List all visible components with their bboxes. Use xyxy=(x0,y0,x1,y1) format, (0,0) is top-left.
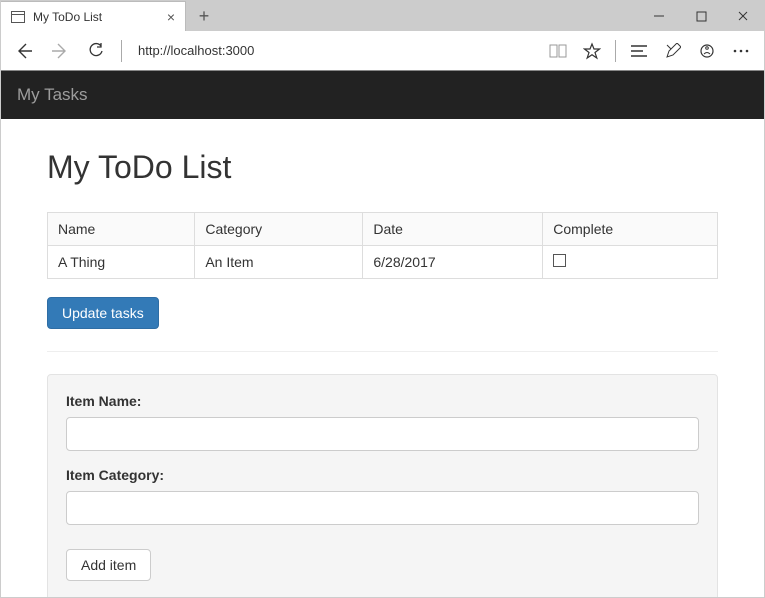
toolbar-separator xyxy=(121,40,122,62)
page-title: My ToDo List xyxy=(47,149,718,186)
notes-icon[interactable] xyxy=(658,36,688,66)
complete-checkbox[interactable] xyxy=(553,254,566,267)
item-category-label: Item Category: xyxy=(66,467,699,483)
item-name-label: Item Name: xyxy=(66,393,699,409)
reading-view-icon[interactable] xyxy=(543,36,573,66)
app-navbar: My Tasks xyxy=(1,71,764,119)
cell-category: An Item xyxy=(195,246,363,279)
browser-toolbar xyxy=(1,31,764,71)
toolbar-separator xyxy=(615,40,616,62)
col-date: Date xyxy=(363,213,543,246)
window-close-button[interactable] xyxy=(722,1,764,31)
table-row: A Thing An Item 6/28/2017 xyxy=(48,246,718,279)
tasks-table: Name Category Date Complete A Thing An I… xyxy=(47,212,718,279)
address-bar[interactable] xyxy=(132,39,502,62)
cell-date: 6/28/2017 xyxy=(363,246,543,279)
table-header-row: Name Category Date Complete xyxy=(48,213,718,246)
app-brand[interactable]: My Tasks xyxy=(17,85,88,104)
window-minimize-button[interactable] xyxy=(638,1,680,31)
more-icon[interactable] xyxy=(726,36,756,66)
tab-title: My ToDo List xyxy=(33,10,159,24)
window-maximize-button[interactable] xyxy=(680,1,722,31)
cell-name: A Thing xyxy=(48,246,195,279)
item-name-input[interactable] xyxy=(66,417,699,451)
cell-complete xyxy=(543,246,718,279)
refresh-button[interactable] xyxy=(81,36,111,66)
share-icon[interactable] xyxy=(692,36,722,66)
divider xyxy=(47,351,718,352)
browser-tab[interactable]: My ToDo List × xyxy=(1,1,186,31)
favorites-icon[interactable] xyxy=(577,36,607,66)
add-item-button[interactable]: Add item xyxy=(66,549,151,581)
tab-close-icon[interactable]: × xyxy=(167,9,175,25)
col-complete: Complete xyxy=(543,213,718,246)
window-titlebar: My ToDo List × + xyxy=(1,1,764,31)
hub-icon[interactable] xyxy=(624,36,654,66)
page-icon xyxy=(11,11,25,23)
update-tasks-button[interactable]: Update tasks xyxy=(47,297,159,329)
page-viewport: My Tasks My ToDo List Name Category Date… xyxy=(1,71,764,597)
add-item-form: Item Name: Item Category: Add item xyxy=(47,374,718,597)
back-button[interactable] xyxy=(9,36,39,66)
col-category: Category xyxy=(195,213,363,246)
item-category-input[interactable] xyxy=(66,491,699,525)
new-tab-button[interactable]: + xyxy=(186,1,222,31)
forward-button[interactable] xyxy=(45,36,75,66)
col-name: Name xyxy=(48,213,195,246)
